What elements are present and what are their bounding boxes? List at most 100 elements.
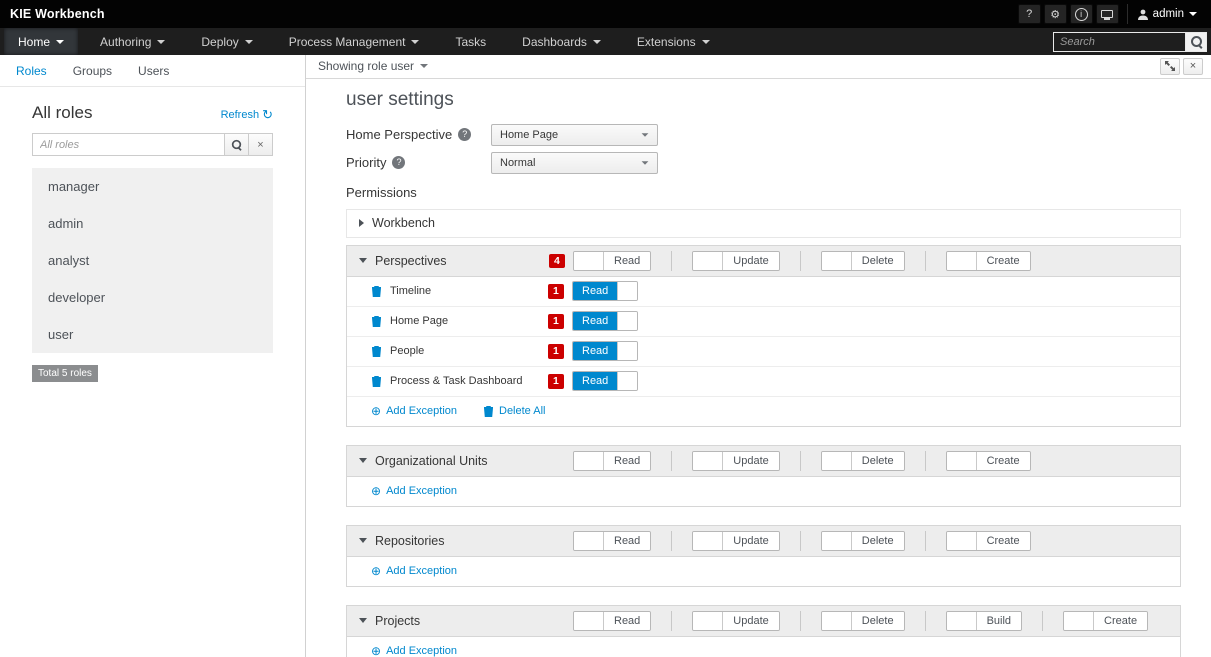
trash-icon (483, 405, 494, 417)
home-perspective-select[interactable]: Home Page (491, 124, 658, 146)
delete-toggle[interactable]: Delete (821, 251, 905, 271)
create-toggle[interactable]: Create (946, 531, 1031, 551)
trash-icon (371, 345, 382, 357)
update-toggle[interactable]: Update (692, 531, 779, 551)
gear-icon[interactable]: ⚙ (1044, 4, 1067, 24)
section-title: Perspectives (375, 254, 447, 268)
divider (925, 451, 926, 471)
delete-all-link[interactable]: Delete All (483, 405, 545, 417)
help-icon[interactable]: ? (1018, 4, 1041, 24)
nav-label: Home (18, 35, 50, 49)
update-toggle[interactable]: Update (692, 251, 779, 271)
nav-item-dashboards[interactable]: Dashboards (508, 28, 615, 55)
read-toggle[interactable]: Read (573, 451, 651, 471)
plus-circle-icon: ⊕ (371, 405, 381, 417)
user-menu[interactable]: admin (1127, 4, 1205, 24)
roles-search-input[interactable] (32, 133, 225, 156)
list-item-role[interactable]: manager (32, 168, 273, 205)
nav-item-authoring[interactable]: Authoring (86, 28, 179, 55)
section-actions: ⊕ Add Exception (347, 557, 1180, 586)
read-toggle[interactable]: Read (573, 611, 651, 631)
section-workbench[interactable]: Workbench (346, 209, 1181, 238)
nav-item-process-management[interactable]: Process Management (275, 28, 434, 55)
section-toggle[interactable]: Perspectives (359, 254, 549, 268)
list-item-role[interactable]: user (32, 316, 273, 353)
panel-title-dropdown[interactable]: Showing role user (318, 59, 428, 73)
nav-label: Authoring (100, 35, 151, 49)
nav-label: Process Management (289, 35, 406, 49)
delete-toggle[interactable]: Delete (821, 451, 905, 471)
build-toggle[interactable]: Build (946, 611, 1022, 631)
section-toggle[interactable]: Repositories (359, 534, 549, 548)
add-exception-link[interactable]: ⊕ Add Exception (371, 565, 457, 577)
panel-title: Showing role user (318, 59, 414, 73)
delete-exception-button[interactable] (371, 345, 382, 357)
nav-item-deploy[interactable]: Deploy (187, 28, 266, 55)
chevron-down-icon (642, 133, 649, 136)
display-icon[interactable] (1096, 4, 1119, 24)
tab-users[interactable]: Users (138, 64, 169, 78)
delete-toggle[interactable]: Delete (821, 611, 905, 631)
tab-groups[interactable]: Groups (73, 64, 112, 78)
nav-item-tasks[interactable]: Tasks (441, 28, 500, 55)
permissions-label: Permissions (346, 185, 1181, 200)
toggle-knob (617, 282, 637, 300)
update-toggle[interactable]: Update (692, 451, 779, 471)
count-badge: 1 (548, 314, 564, 329)
read-toggle[interactable]: Read (573, 531, 651, 551)
plus-circle-icon: ⊕ (371, 565, 381, 577)
read-toggle[interactable]: Read (573, 251, 651, 271)
help-icon[interactable]: ? (392, 156, 405, 169)
list-item-role[interactable]: developer (32, 279, 273, 316)
help-icon[interactable]: ? (458, 128, 471, 141)
delete-toggle[interactable]: Delete (821, 531, 905, 551)
nav-label: Deploy (201, 35, 238, 49)
close-panel-button[interactable]: × (1183, 58, 1203, 75)
read-toggle-on[interactable]: Read (572, 311, 638, 331)
chevron-down-icon (359, 618, 367, 623)
nav-item-home[interactable]: Home (4, 28, 78, 55)
nav-item-extensions[interactable]: Extensions (623, 28, 724, 55)
update-toggle[interactable]: Update (692, 611, 779, 631)
section-toggle[interactable]: Organizational Units (359, 454, 549, 468)
nav-search-input[interactable] (1053, 32, 1185, 52)
tab-roles[interactable]: Roles (16, 64, 47, 78)
list-item-role[interactable]: analyst (32, 242, 273, 279)
plus-circle-icon: ⊕ (371, 645, 381, 657)
section-actions: ⊕ Add Exception (347, 637, 1180, 657)
delete-exception-button[interactable] (371, 285, 382, 297)
refresh-link[interactable]: Refresh ↻ (221, 107, 273, 123)
read-toggle-on[interactable]: Read (572, 281, 638, 301)
roles-search-button[interactable] (225, 133, 249, 156)
priority-select[interactable]: Normal (491, 152, 658, 174)
toggle-knob (947, 612, 977, 630)
read-toggle-on[interactable]: Read (572, 341, 638, 361)
expand-panel-button[interactable] (1160, 58, 1180, 75)
count-badge: 1 (548, 344, 564, 359)
sidebar-tabs: Roles Groups Users (0, 55, 305, 87)
search-icon (231, 139, 242, 150)
read-toggle-on[interactable]: Read (572, 371, 638, 391)
section-actions: ⊕ Add Exception (347, 477, 1180, 506)
create-toggle[interactable]: Create (946, 251, 1031, 271)
nav-search-button[interactable] (1185, 32, 1207, 52)
nav-label: Dashboards (522, 35, 587, 49)
roles-clear-button[interactable]: × (249, 133, 273, 156)
app-title: KIE Workbench (10, 7, 105, 21)
delete-exception-button[interactable] (371, 315, 382, 327)
create-toggle[interactable]: Create (946, 451, 1031, 471)
divider (800, 251, 801, 271)
toggle-knob (822, 612, 852, 630)
add-exception-link[interactable]: ⊕ Add Exception (371, 485, 457, 497)
delete-exception-button[interactable] (371, 375, 382, 387)
refresh-label: Refresh (221, 109, 260, 121)
add-exception-link[interactable]: ⊕ Add Exception (371, 405, 457, 417)
add-exception-link[interactable]: ⊕ Add Exception (371, 645, 457, 657)
expand-icon (1165, 61, 1175, 71)
info-icon[interactable]: i (1070, 4, 1093, 24)
toggle-knob (947, 452, 977, 470)
section-toggle[interactable]: Projects (359, 614, 549, 628)
chevron-down-icon (420, 64, 428, 68)
list-item-role[interactable]: admin (32, 205, 273, 242)
create-toggle[interactable]: Create (1063, 611, 1148, 631)
